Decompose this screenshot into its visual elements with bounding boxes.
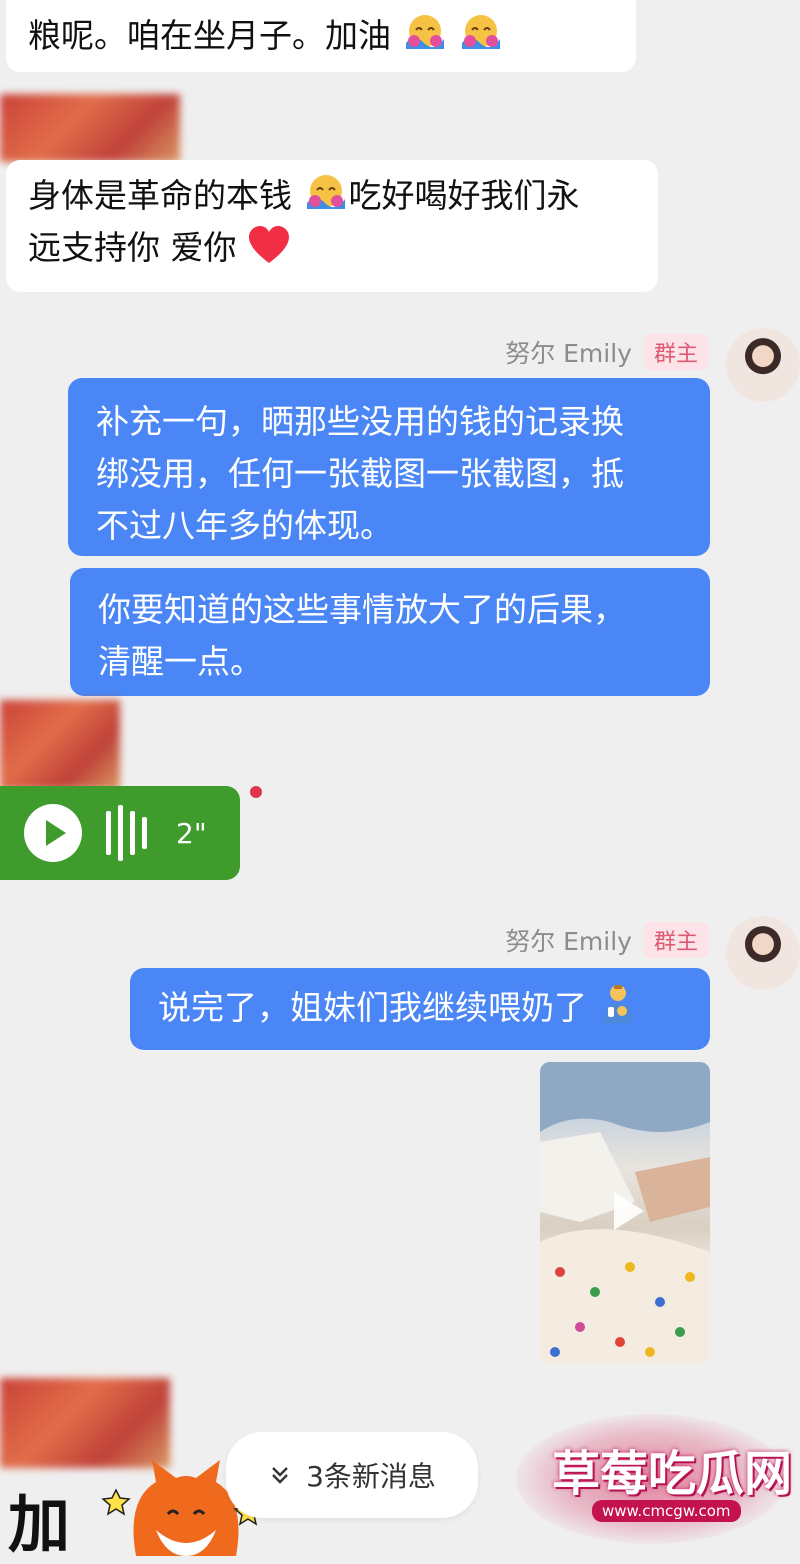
hugging-face-icon: [306, 175, 345, 209]
voice-message[interactable]: 2": [0, 786, 240, 880]
avatar[interactable]: [726, 328, 800, 402]
message-text: 补充一句，晒那些没用的钱的记录换: [96, 402, 624, 441]
play-icon[interactable]: [602, 1186, 652, 1236]
message-bubble-outgoing[interactable]: 你要知道的这些事情放大了的后果， 清醒一点。: [70, 568, 710, 696]
blurred-avatar: [0, 94, 180, 162]
message-bubble-outgoing[interactable]: 说完了，姐妹们我继续喂奶了: [130, 968, 710, 1050]
new-messages-label: 3条新消息: [306, 1460, 436, 1493]
double-chevron-down-icon: [272, 1467, 288, 1484]
message-text: 不过八年多的体现。: [96, 506, 393, 545]
blurred-avatar: [0, 1378, 170, 1468]
unread-dot: [250, 786, 262, 798]
sticker-text: 加: [8, 1488, 71, 1561]
voice-duration: 2": [176, 816, 207, 850]
owner-badge: 群主: [643, 922, 708, 958]
message-text: 身体是革命的本钱: [28, 176, 292, 215]
hugging-face-icon: [405, 15, 444, 49]
new-messages-button[interactable]: 3条新消息: [226, 1432, 478, 1518]
message-text: 说完了，姐妹们我继续喂奶了: [158, 988, 587, 1027]
sender-header: 努尔 Emily 群主: [505, 334, 708, 370]
sender-name: 努尔 Emily: [505, 927, 632, 956]
owner-badge: 群主: [643, 334, 708, 370]
watermark-title: 草莓吃瓜网: [552, 1446, 793, 1502]
blurred-avatar: [0, 700, 120, 790]
sender-name: 努尔 Emily: [505, 339, 632, 368]
message-bubble-outgoing[interactable]: 补充一句，晒那些没用的钱的记录换 绑没用，任何一张截图一张截图，抵 不过八年多的…: [68, 378, 710, 556]
sender-header: 努尔 Emily 群主: [505, 922, 708, 958]
red-heart-icon: [249, 226, 289, 263]
hugging-face-icon: [462, 15, 500, 49]
message-text: 粮呢。咱在坐月子。加油: [28, 16, 391, 55]
message-bubble-incoming[interactable]: 粮呢。咱在坐月子。加油: [6, 0, 636, 72]
message-text: 清醒一点。: [98, 642, 263, 681]
watermark-url: www.cmcgw.com: [592, 1500, 741, 1522]
message-text: 吃好喝好我们永: [348, 176, 580, 215]
message-text: 你要知道的这些事情放大了的后果，: [98, 590, 626, 629]
avatar[interactable]: [726, 916, 800, 990]
video-message[interactable]: [540, 1062, 710, 1364]
play-icon[interactable]: [22, 802, 84, 864]
message-text: 绑没用，任何一张截图一张截图，抵: [96, 454, 624, 493]
watermark: 草莓吃瓜网 www.cmcgw.com: [496, 1404, 800, 1556]
message-bubble-incoming[interactable]: 身体是革命的本钱 吃好喝好我们永 远支持你 爱你: [6, 160, 658, 292]
message-text: 远支持你 爱你: [28, 228, 237, 267]
person-feeding-baby-icon: [603, 985, 632, 1023]
waveform-icon: [106, 805, 147, 861]
